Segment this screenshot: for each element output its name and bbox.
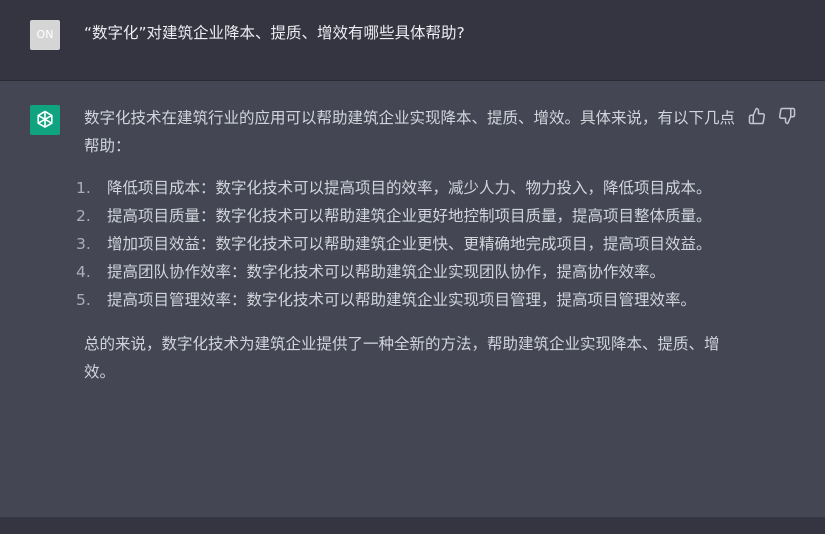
list-item: 5. 提高项目管理效率：数字化技术可以帮助建筑企业实现项目管理，提高项目管理效率。 bbox=[76, 286, 717, 314]
list-number: 3. bbox=[76, 235, 91, 253]
assistant-message: 数字化技术在建筑行业的应用可以帮助建筑企业实现降本、提质、增效。具体来说，有以下… bbox=[76, 104, 739, 386]
thumbs-up-icon bbox=[748, 107, 765, 125]
list-item: 1. 降低项目成本：数字化技术可以提高项目的效率，减少人力、物力投入，降低项目成本… bbox=[76, 174, 717, 202]
chat-page: ON “数字化”对建筑企业降本、提质、增效有哪些具体帮助? 数字化技术在建筑行业… bbox=[0, 0, 825, 534]
list-number: 4. bbox=[76, 263, 91, 281]
list-item: 2. 提高项目质量：数字化技术可以帮助建筑企业更好地控制项目质量，提高项目整体质量… bbox=[76, 202, 717, 230]
thumbs-down-button[interactable] bbox=[778, 107, 796, 125]
user-question: “数字化”对建筑企业降本、提质、增效有哪些具体帮助? bbox=[84, 24, 465, 42]
thumbs-down-icon bbox=[779, 107, 796, 125]
list-item-text: 提高项目质量：数字化技术可以帮助建筑企业更好地控制项目质量，提高项目整体质量。 bbox=[107, 207, 712, 225]
list-item-text: 提高团队协作效率：数字化技术可以帮助建筑企业实现团队协作，提高协作效率。 bbox=[107, 263, 666, 281]
list-number: 5. bbox=[76, 291, 91, 309]
user-message-row: ON “数字化”对建筑企业降本、提质、增效有哪些具体帮助? bbox=[0, 0, 825, 81]
list-number: 2. bbox=[76, 207, 91, 225]
feedback-buttons bbox=[748, 107, 796, 127]
list-item: 4. 提高团队协作效率：数字化技术可以帮助建筑企业实现团队协作，提高协作效率。 bbox=[76, 258, 717, 286]
openai-logo-icon bbox=[37, 110, 53, 128]
assistant-intro: 数字化技术在建筑行业的应用可以帮助建筑企业实现降本、提质、增效。具体来说，有以下… bbox=[84, 109, 736, 155]
list-item-text: 增加项目效益：数字化技术可以帮助建筑企业更快、更精确地完成项目，提高项目效益。 bbox=[107, 235, 712, 253]
assistant-summary: 总的来说，数字化技术为建筑企业提供了一种全新的方法，帮助建筑企业实现降本、提质、… bbox=[84, 335, 720, 381]
assistant-avatar bbox=[30, 105, 60, 135]
user-avatar: ON bbox=[30, 20, 60, 50]
list-item: 3. 增加项目效益：数字化技术可以帮助建筑企业更快、更精确地完成项目，提高项目效益… bbox=[76, 230, 717, 258]
list-number: 1. bbox=[76, 179, 91, 197]
assistant-message-row: 数字化技术在建筑行业的应用可以帮助建筑企业实现降本、提质、增效。具体来说，有以下… bbox=[0, 81, 825, 517]
bottom-area bbox=[0, 517, 825, 534]
list-item-text: 提高项目管理效率：数字化技术可以帮助建筑企业实现项目管理，提高项目管理效率。 bbox=[107, 291, 697, 309]
thumbs-up-button[interactable] bbox=[748, 107, 766, 125]
list-item-text: 降低项目成本：数字化技术可以提高项目的效率，减少人力、物力投入，降低项目成本。 bbox=[107, 179, 712, 197]
assistant-points-list: 1. 降低项目成本：数字化技术可以提高项目的效率，减少人力、物力投入，降低项目成本… bbox=[76, 174, 739, 314]
